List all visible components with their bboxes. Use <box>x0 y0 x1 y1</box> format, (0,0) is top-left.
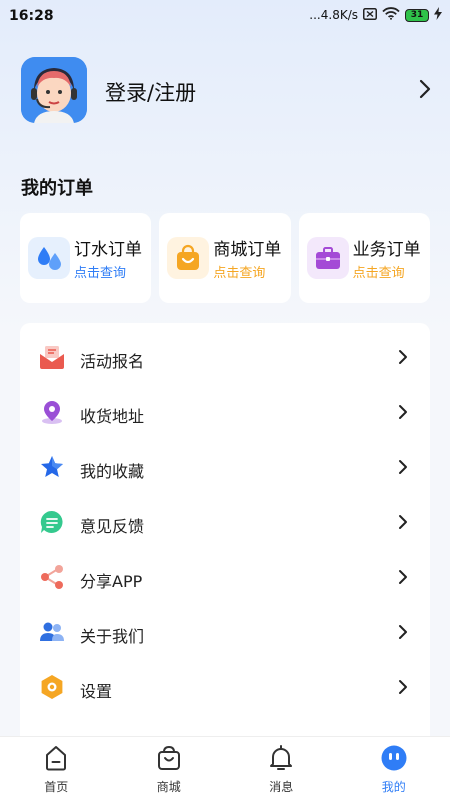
settings-hexagon-icon <box>39 674 65 700</box>
nav-label: 我的 <box>381 780 406 794</box>
menu-label: 我的收藏 <box>80 462 145 481</box>
order-query-link[interactable]: 点击查询 <box>353 262 405 281</box>
menu-label: 活动报名 <box>80 352 145 371</box>
water-drop-icon <box>28 237 70 279</box>
menu-item-favorites[interactable]: 我的收藏 <box>20 438 430 493</box>
order-label: 商城订单 <box>213 240 282 260</box>
nav-item-home[interactable]: 首页 <box>0 737 113 800</box>
nav-item-mine[interactable]: 我的 <box>338 737 450 800</box>
menu-list: 活动报名 收货地址 我的收藏 意见反馈 分享APP 关于我们 设置 <box>20 323 430 743</box>
menu-item-activity-signup[interactable]: 活动报名 <box>20 328 430 383</box>
wifi-icon <box>382 7 400 23</box>
briefcase-icon <box>306 237 349 279</box>
order-query-link[interactable]: 点击查询 <box>74 262 126 281</box>
nav-label: 首页 <box>44 780 69 794</box>
nav-label: 商城 <box>156 780 181 794</box>
battery-level: 31 <box>405 8 429 22</box>
menu-label: 分享APP <box>80 572 143 591</box>
chevron-right-icon <box>398 679 408 699</box>
share-icon <box>39 564 65 590</box>
robot-face-icon <box>380 744 408 772</box>
people-icon <box>39 619 65 645</box>
status-time: 16:28 <box>9 8 54 24</box>
star-icon <box>39 454 65 480</box>
status-bar: 16:28 ...4.8K/s 31 <box>0 0 450 32</box>
orders-section-title: 我的订单 <box>21 178 93 199</box>
order-card-business[interactable]: 业务订单 点击查询 <box>298 213 430 303</box>
mail-envelope-icon <box>39 344 65 370</box>
menu-item-address[interactable]: 收货地址 <box>20 383 430 438</box>
order-label: 业务订单 <box>352 240 421 260</box>
chevron-right-icon[interactable] <box>419 79 431 103</box>
chevron-right-icon <box>398 624 408 644</box>
order-cards: 订水订单 点击查询 商城订单 点击查询 业务订单 点击查询 <box>20 213 430 303</box>
order-card-water[interactable]: 订水订单 点击查询 <box>20 213 152 303</box>
nav-item-mall[interactable]: 商城 <box>113 737 226 800</box>
menu-item-share-app[interactable]: 分享APP <box>20 548 430 603</box>
network-speed: ...4.8K/s <box>309 8 358 22</box>
menu-label: 关于我们 <box>80 627 145 646</box>
order-card-mall[interactable]: 商城订单 点击查询 <box>159 213 291 303</box>
menu-label: 收货地址 <box>80 407 145 426</box>
shopping-bag-icon <box>167 237 210 279</box>
avatar[interactable] <box>21 57 87 123</box>
profile-header[interactable]: 登录/注册 <box>21 57 431 123</box>
chevron-right-icon <box>398 404 408 424</box>
sim-card-icon <box>363 7 377 23</box>
order-label: 订水订单 <box>74 240 142 260</box>
bottom-nav: 首页 商城 消息 我的 <box>0 736 450 800</box>
charging-bolt-icon <box>434 7 442 23</box>
shop-bag-icon <box>155 744 183 772</box>
avatar-icon <box>21 57 87 123</box>
chevron-right-icon <box>398 514 408 534</box>
login-register-link[interactable]: 登录/注册 <box>105 77 196 107</box>
nav-item-messages[interactable]: 消息 <box>225 737 338 800</box>
location-pin-icon <box>39 399 65 425</box>
chat-bubble-icon <box>39 509 65 535</box>
order-query-link[interactable]: 点击查询 <box>213 262 265 281</box>
home-icon <box>42 744 70 772</box>
chevron-right-icon <box>398 459 408 479</box>
bell-icon <box>267 744 295 772</box>
chevron-right-icon <box>398 349 408 369</box>
menu-label: 意见反馈 <box>80 517 145 536</box>
menu-label: 设置 <box>80 682 113 701</box>
battery-icon: 31 <box>405 8 429 22</box>
menu-item-feedback[interactable]: 意见反馈 <box>20 493 430 548</box>
menu-item-settings[interactable]: 设置 <box>20 658 430 713</box>
nav-label: 消息 <box>269 780 294 794</box>
chevron-right-icon <box>398 569 408 589</box>
status-icons: ...4.8K/s 31 <box>309 7 442 23</box>
menu-item-about-us[interactable]: 关于我们 <box>20 603 430 658</box>
